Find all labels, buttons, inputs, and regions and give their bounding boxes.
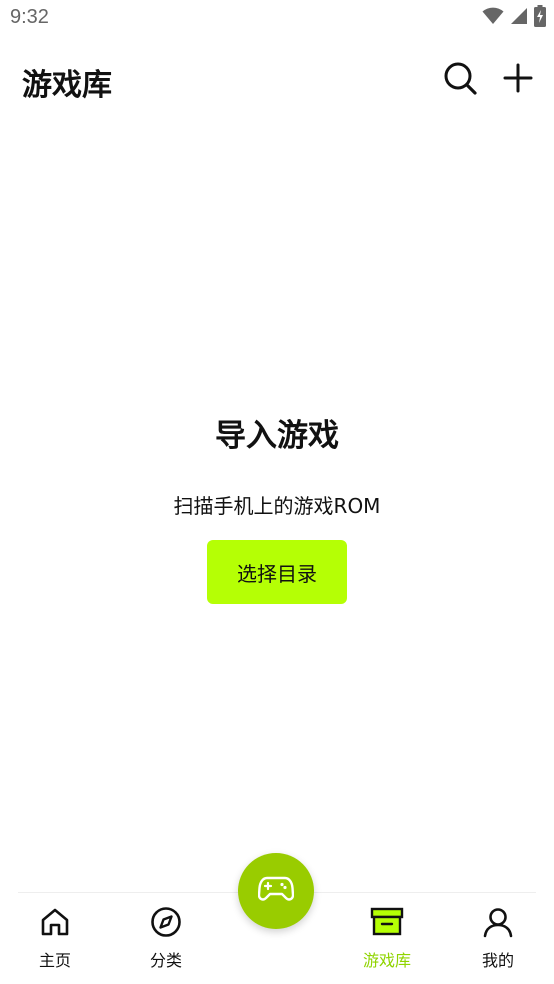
nav-item-home[interactable]: 主页 xyxy=(15,905,95,975)
user-icon xyxy=(481,905,515,939)
home-icon xyxy=(38,905,72,939)
nav-label-category: 分类 xyxy=(149,951,182,970)
app-header: 游戏库 xyxy=(0,50,554,110)
search-button[interactable] xyxy=(440,60,480,100)
status-time: 9:32 xyxy=(10,6,49,28)
compass-icon xyxy=(149,905,183,939)
search-icon xyxy=(443,61,477,99)
status-icons xyxy=(482,5,546,31)
empty-state-title: 导入游戏 xyxy=(215,418,339,454)
plus-icon xyxy=(503,63,533,97)
wifi-icon xyxy=(482,7,504,29)
choose-directory-button[interactable]: 选择目录 xyxy=(207,540,347,604)
nav-item-category[interactable]: 分类 xyxy=(126,905,206,975)
gamepad-icon xyxy=(257,876,295,906)
page-title: 游戏库 xyxy=(22,68,112,103)
empty-state-description: 扫描手机上的游戏ROM xyxy=(173,494,381,518)
add-button[interactable] xyxy=(498,60,538,100)
status-bar: 9:32 xyxy=(0,0,554,38)
nav-label-library: 游戏库 xyxy=(362,951,411,970)
game-library-screen: 9:32 游戏库 导入游戏 扫描手机上的游戏ROM 选择目录 主页 分类 游戏库… xyxy=(0,0,554,984)
game-center-button[interactable] xyxy=(238,853,314,929)
nav-label-home: 主页 xyxy=(38,951,71,970)
signal-icon xyxy=(510,7,528,29)
nav-item-library[interactable]: 游戏库 xyxy=(347,905,427,975)
archive-box-icon xyxy=(370,905,404,939)
battery-charging-icon xyxy=(534,5,546,31)
nav-label-mine: 我的 xyxy=(481,951,514,970)
nav-item-mine[interactable]: 我的 xyxy=(458,905,538,975)
